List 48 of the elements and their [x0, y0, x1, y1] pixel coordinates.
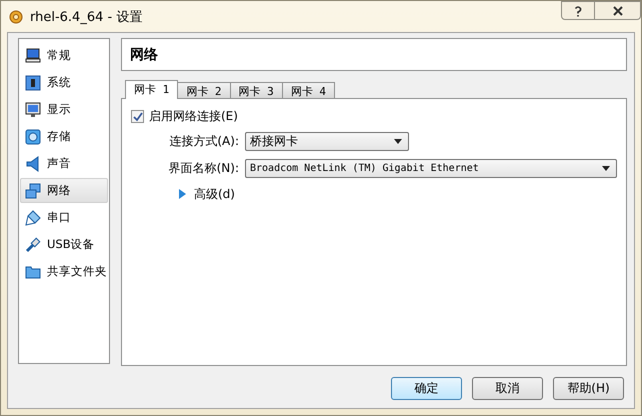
sidebar-item[interactable]: 共享文件夹 — [20, 259, 108, 284]
sidebar-item[interactable]: USB设备 — [20, 232, 108, 257]
checkbox[interactable] — [131, 110, 144, 123]
sidebar-item-label: 显示 — [47, 102, 71, 117]
monitor-icon — [25, 48, 41, 64]
sidebar-item-label: USB设备 — [47, 237, 95, 252]
folder-icon — [25, 264, 41, 280]
checkbox-label: 启用网络连接(E) — [149, 108, 238, 125]
window-title: rhel-6.4_64 - 设置 — [30, 8, 144, 26]
close-button[interactable] — [595, 1, 641, 20]
tab[interactable]: 网卡 3 — [230, 82, 283, 98]
tab[interactable]: 网卡 1 — [125, 80, 178, 99]
sidebar-item-label: 系统 — [47, 75, 71, 90]
field-label: 连接方式(A): — [168, 133, 239, 150]
chip-icon — [25, 74, 41, 90]
sidebar-item-label: 声音 — [47, 156, 71, 171]
dropdown[interactable]: Broadcom NetLink (TM) Gigabit Ethernet — [245, 159, 617, 178]
help-button[interactable] — [561, 1, 595, 20]
sidebar-item-label: 串口 — [47, 210, 71, 225]
sidebar-item-label: 存储 — [47, 129, 71, 144]
dialog-button[interactable]: 帮助(H) — [553, 377, 624, 400]
sidebar-item-label: 常规 — [47, 48, 71, 63]
expander-label[interactable]: 高级(d) — [194, 186, 235, 202]
dropdown-arrow-icon — [394, 139, 402, 144]
dialog-button[interactable]: 取消 — [472, 377, 543, 400]
sidebar-item[interactable]: 声音 — [20, 151, 108, 176]
tab[interactable]: 网卡 4 — [282, 82, 335, 98]
sidebar-item[interactable]: 串口 — [20, 205, 108, 230]
field-label: 界面名称(N): — [168, 160, 239, 177]
usb-plug-icon — [25, 236, 41, 252]
question-mark-icon — [572, 4, 584, 16]
sidebar-item[interactable]: 常规 — [20, 43, 108, 68]
section-title: 网络 — [121, 38, 627, 71]
sidebar-item-label: 共享文件夹 — [47, 264, 107, 279]
dialog-button[interactable]: 确定 — [391, 377, 462, 400]
dropdown-arrow-icon — [602, 166, 610, 171]
dropdown[interactable]: 桥接网卡 — [245, 132, 409, 151]
sidebar-item[interactable]: 显示 — [20, 97, 108, 122]
sidebar-item[interactable]: 系统 — [20, 70, 108, 95]
sidebar-item[interactable]: 存储 — [20, 124, 108, 149]
network-icon — [25, 182, 41, 198]
checkmark-icon — [132, 112, 142, 122]
sidebar-item-label: 网络 — [47, 183, 71, 198]
display-icon — [25, 102, 41, 118]
tab[interactable]: 网卡 2 — [177, 82, 230, 98]
speaker-icon — [25, 156, 41, 172]
close-icon — [612, 4, 624, 16]
sidebar-item[interactable]: 网络 — [20, 178, 108, 203]
